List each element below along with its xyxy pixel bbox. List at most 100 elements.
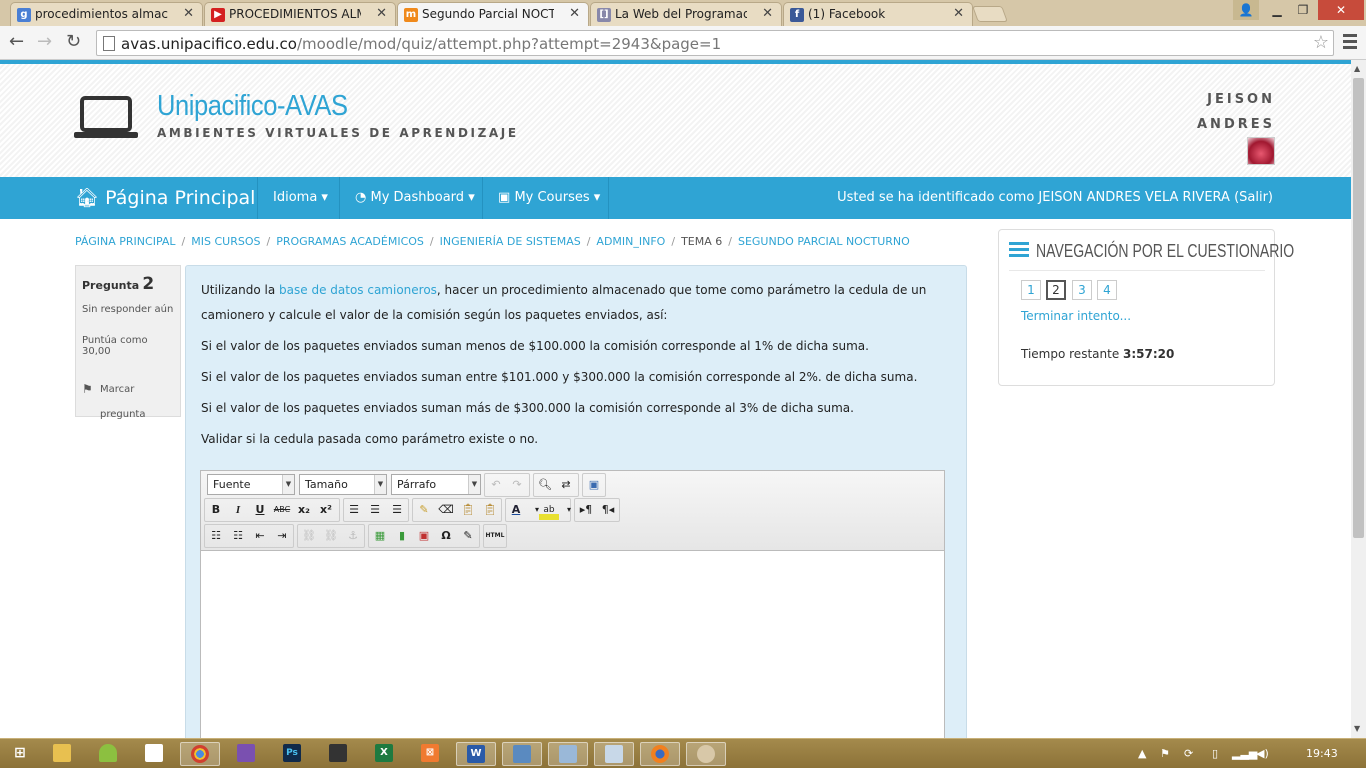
paint-icon[interactable] <box>686 742 726 766</box>
breadcrumb-item[interactable]: PROGRAMAS ACADÉMICOS <box>276 235 424 248</box>
reload-icon[interactable]: ↻ <box>66 32 81 52</box>
quiz-page-button[interactable]: 4 <box>1097 280 1117 300</box>
xampp-icon[interactable]: ⊠ <box>410 742 450 766</box>
breadcrumb-item[interactable]: INGENIERÍA DE SISTEMAS <box>440 235 581 248</box>
user-profile-icon[interactable]: 👤 <box>1233 0 1259 20</box>
tab-procedimientos[interactable]: g procedimientos almacena ✕ <box>10 2 203 26</box>
start-button[interactable]: ⊞ <box>0 742 40 766</box>
fullscreen-icon[interactable]: ▣ <box>584 475 604 495</box>
font-select[interactable]: Fuente ▼ <box>207 474 295 495</box>
back-icon[interactable]: ← <box>9 32 24 52</box>
spellcheck-icon[interactable]: ✎ <box>458 526 478 546</box>
outdent-icon[interactable]: ⇤ <box>250 526 270 546</box>
manage-files-icon[interactable]: ▣ <box>414 526 434 546</box>
window-app-icon[interactable] <box>548 742 588 766</box>
format-select[interactable]: Párrafo ▼ <box>391 474 481 495</box>
superscript-icon[interactable]: x² <box>316 500 336 520</box>
network-tool-icon[interactable] <box>502 742 542 766</box>
paste-text-icon[interactable]: 📋︎ <box>458 500 478 520</box>
eraser-icon[interactable]: ⌫ <box>436 500 456 520</box>
excel-icon[interactable]: X <box>364 742 404 766</box>
anchor-icon[interactable]: ⚓ <box>343 526 363 546</box>
quiz-page-button[interactable]: 3 <box>1072 280 1092 300</box>
strikethrough-icon[interactable]: ABC <box>272 500 292 520</box>
clock[interactable]: 19:43 <box>1306 747 1338 760</box>
breadcrumb-item[interactable]: SEGUNDO PARCIAL NOCTURNO <box>738 235 910 248</box>
close-tab-icon[interactable]: ✕ <box>762 6 773 21</box>
forward-icon[interactable]: → <box>37 32 52 52</box>
special-char-icon[interactable]: Ω <box>436 526 456 546</box>
breadcrumb-item[interactable]: PÁGINA PRINCIPAL <box>75 235 176 248</box>
text-color-icon[interactable]: A <box>506 500 526 520</box>
scrollbar-thumb[interactable] <box>1353 78 1364 538</box>
flag-question-link[interactable]: ⚑ Marcar pregunta <box>82 377 152 427</box>
underline-icon[interactable]: U <box>250 500 270 520</box>
firefox-icon[interactable] <box>640 742 680 766</box>
replace-icon[interactable]: ⇄ <box>556 475 576 495</box>
subscript-icon[interactable]: x₂ <box>294 500 314 520</box>
numbered-list-icon[interactable]: ☷ <box>228 526 248 546</box>
rtl-icon[interactable]: ¶◂ <box>598 500 618 520</box>
show-hidden-icons[interactable]: ▲ <box>1138 747 1146 760</box>
battery-icon[interactable]: ▯ <box>1212 747 1218 760</box>
unlink-icon[interactable]: ⛓ <box>321 526 341 546</box>
explorer-icon[interactable] <box>42 742 82 766</box>
breadcrumb-item[interactable]: ADMIN_INFO <box>596 235 665 248</box>
chrome-menu-icon[interactable] <box>1343 34 1357 50</box>
document-app-icon[interactable] <box>594 742 634 766</box>
insert-media-icon[interactable]: ▮ <box>392 526 412 546</box>
login-info[interactable]: Usted se ha identificado como JEISON AND… <box>837 190 1273 205</box>
close-tab-icon[interactable]: ✕ <box>953 6 964 21</box>
tab-facebook[interactable]: f (1) Facebook ✕ <box>783 2 973 26</box>
close-tab-icon[interactable]: ✕ <box>183 6 194 21</box>
indent-icon[interactable]: ⇥ <box>272 526 292 546</box>
highlight-color-icon[interactable]: ab <box>539 500 559 520</box>
size-select[interactable]: Tamaño ▼ <box>299 474 387 495</box>
site-name[interactable]: Unipacifico-AVAS <box>157 90 348 123</box>
signal-icon[interactable]: ▂▃▅ <box>1232 747 1257 760</box>
link-icon[interactable]: ⛓ <box>299 526 319 546</box>
bullet-list-icon[interactable]: ☷ <box>206 526 226 546</box>
quiz-page-button[interactable]: 1 <box>1021 280 1041 300</box>
close-tab-icon[interactable]: ✕ <box>376 6 387 21</box>
align-right-icon[interactable]: ☰ <box>387 500 407 520</box>
notepad-icon[interactable] <box>134 742 174 766</box>
chrome-icon[interactable] <box>180 742 220 766</box>
insert-image-icon[interactable]: ▦ <box>370 526 390 546</box>
align-center-icon[interactable]: ☰ <box>365 500 385 520</box>
android-icon[interactable] <box>88 742 128 766</box>
bookmark-star-icon[interactable]: ☆ <box>1313 32 1329 53</box>
media-player-icon[interactable] <box>318 742 358 766</box>
close-window-button[interactable]: ✕ <box>1318 0 1364 20</box>
menu-my-dashboard[interactable]: ◔ My Dashboard ▾ <box>355 190 475 205</box>
italic-icon[interactable]: I <box>228 500 248 520</box>
tab-web-programador[interactable]: [] La Web del Programador ✕ <box>590 2 782 26</box>
word-icon[interactable]: W <box>456 742 496 766</box>
volume-icon[interactable]: ◀) <box>1256 747 1269 760</box>
tab-youtube[interactable]: ▶ PROCEDIMIENTOS ALMAC ✕ <box>204 2 396 26</box>
action-center-icon[interactable]: ⚑ <box>1160 747 1170 760</box>
ltr-icon[interactable]: ▸¶ <box>576 500 596 520</box>
avatar[interactable] <box>1247 137 1275 165</box>
page-scrollbar[interactable]: ▲ ▼ <box>1351 60 1366 738</box>
visual-studio-icon[interactable] <box>226 742 266 766</box>
minimize-button[interactable]: ▁ <box>1264 0 1290 20</box>
maximize-button[interactable]: ❐ <box>1290 0 1316 20</box>
quiz-page-button-current[interactable]: 2 <box>1046 280 1066 300</box>
tab-segundo-parcial[interactable]: m Segundo Parcial NOCTUR ✕ <box>397 2 589 27</box>
scroll-down-icon[interactable]: ▼ <box>1354 724 1360 733</box>
paste-word-icon[interactable]: 📋︎ <box>480 500 500 520</box>
redo-icon[interactable]: ↷ <box>507 475 527 495</box>
new-tab-button[interactable] <box>972 6 1008 22</box>
home-link[interactable]: 🏠︎ Página Principal <box>75 186 255 209</box>
update-icon[interactable]: ⟳ <box>1184 747 1193 760</box>
finish-attempt-link[interactable]: Terminar intento... <box>1021 309 1131 323</box>
breadcrumb-item[interactable]: MIS CURSOS <box>191 235 260 248</box>
find-icon[interactable]: 🔍︎ <box>535 475 555 495</box>
scroll-up-icon[interactable]: ▲ <box>1354 64 1360 73</box>
clean-format-icon[interactable]: ✎ <box>414 500 434 520</box>
menu-idioma[interactable]: Idioma ▾ <box>273 190 328 205</box>
menu-my-courses[interactable]: ▣ My Courses ▾ <box>498 190 600 205</box>
photoshop-icon[interactable]: Ps <box>272 742 312 766</box>
database-link[interactable]: base de datos camioneros <box>279 283 437 297</box>
